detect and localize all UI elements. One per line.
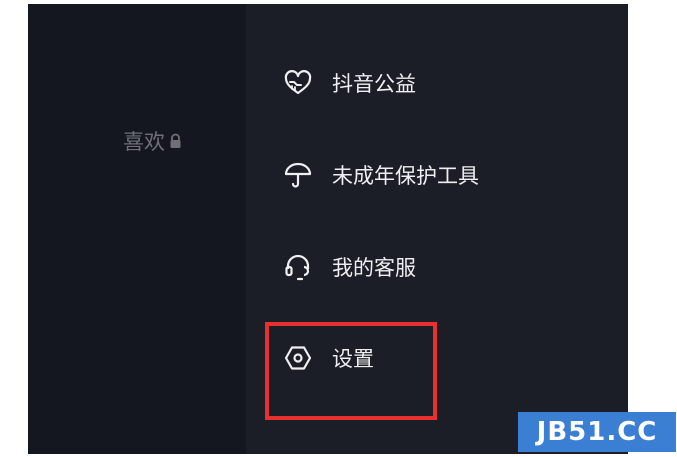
lock-icon	[170, 133, 181, 148]
profile-panel-dimmed: 喜欢	[28, 4, 246, 454]
heart-hand-icon	[282, 67, 314, 99]
menu-item-label: 未成年保护工具	[332, 164, 479, 188]
settings-highlight-box	[265, 322, 437, 420]
watermark-text: JB51.CC	[536, 417, 658, 447]
menu-item-minor-protection[interactable]: 未成年保护工具	[282, 155, 479, 195]
likes-tab[interactable]: 喜欢	[123, 126, 182, 156]
menu-item-label: 抖音公益	[332, 72, 416, 96]
site-watermark: JB51.CC	[518, 412, 676, 452]
likes-tab-label: 喜欢	[123, 130, 165, 154]
menu-item-charity[interactable]: 抖音公益	[282, 63, 416, 103]
headset-icon	[282, 251, 314, 283]
menu-item-label: 我的客服	[332, 256, 416, 280]
menu-item-customer-service[interactable]: 我的客服	[282, 247, 416, 287]
umbrella-icon	[282, 159, 314, 191]
